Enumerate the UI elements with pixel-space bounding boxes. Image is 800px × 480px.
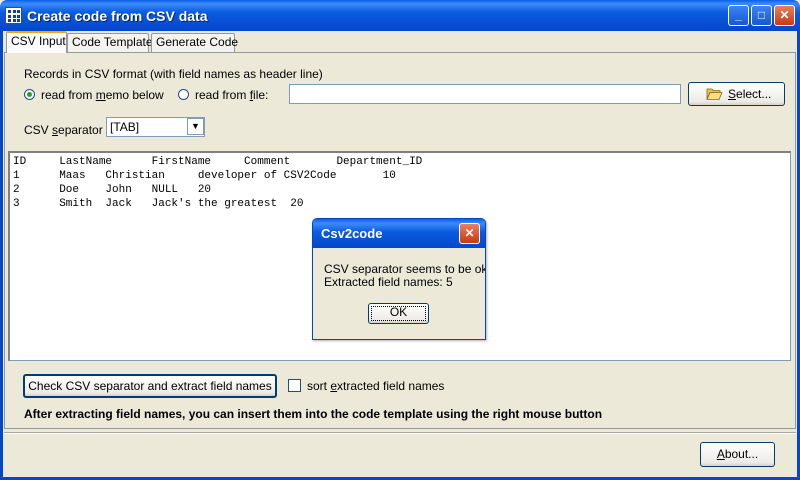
dialog-close-button[interactable]: ✕ [459,223,480,244]
window-title: Create code from CSV data [27,8,208,24]
dialog-ok-button[interactable]: OK [368,303,429,324]
window-frame-left [0,31,3,480]
memo-line: 2 Doe John NULL 20 [13,184,212,196]
memo-line: 3 Smith Jack Jack's the greatest 20 [13,198,304,210]
csv-separator-select[interactable]: [TAB] ▼ [106,117,205,137]
csv-separator-label: CSV separator [24,123,103,137]
maximize-button[interactable]: □ [751,5,772,26]
sort-field-names-checkbox[interactable] [288,379,301,392]
radio-memo-label: read from memo below [41,88,164,102]
select-file-button[interactable]: Select... [688,82,785,106]
csv-separator-value: [TAB] [110,120,140,134]
radio-file-label: read from file: [195,88,269,102]
close-button[interactable]: ✕ [774,5,795,26]
memo-line: 1 Maas Christian developer of CSV2Code 1… [13,170,396,182]
chevron-down-icon[interactable]: ▼ [187,118,204,135]
dialog-message-line1: CSV separator seems to be ok. [324,262,486,276]
grid-app-icon [5,7,22,24]
tab-csv-input[interactable]: CSV Input [6,31,67,53]
instruction-note: After extracting field names, you can in… [24,407,603,421]
message-dialog: Csv2code ✕ CSV separator seems to be ok.… [312,218,486,340]
memo-line: ID LastName FirstName Comment Department… [13,156,423,168]
tab-code-template[interactable]: Code Template [67,33,153,52]
minimize-button[interactable]: _ [728,5,749,26]
radio-read-from-file[interactable] [178,89,189,100]
select-button-label: Select... [728,87,772,101]
about-button[interactable]: About... [700,442,775,467]
records-label: Records in CSV format (with field names … [24,67,323,81]
check-separator-button[interactable]: Check CSV separator and extract field na… [23,374,277,398]
dialog-title: Csv2code [321,226,383,241]
bottom-divider [4,432,796,434]
radio-read-from-memo[interactable] [24,89,35,100]
tab-generate-code[interactable]: Generate Code [151,33,238,52]
sort-field-names-label: sort extracted field names [307,379,445,393]
dialog-message-line2: Extracted field names: 5 [324,275,453,289]
file-path-input[interactable] [289,84,681,104]
open-folder-icon [706,88,723,100]
